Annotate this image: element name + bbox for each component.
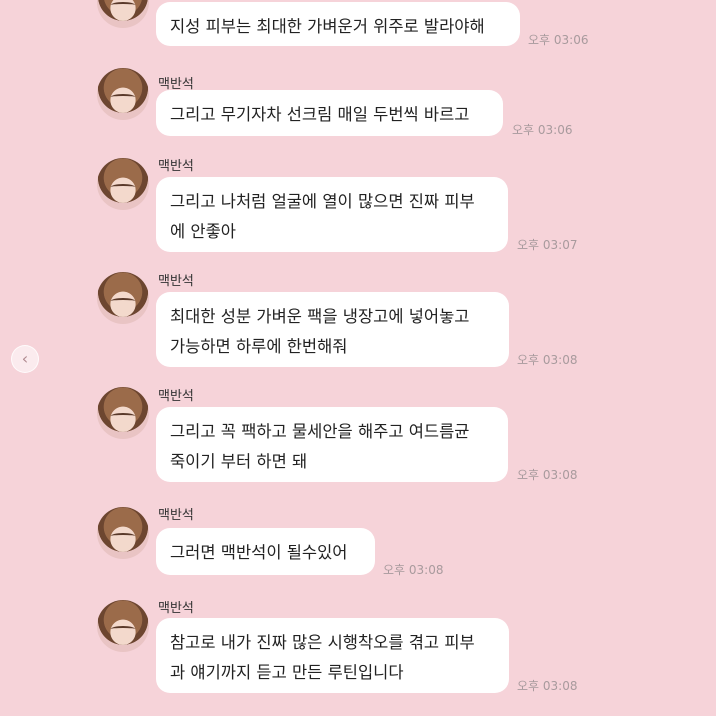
avatar[interactable] <box>97 158 149 210</box>
sender-name: 맥반석 <box>158 389 194 404</box>
avatar[interactable] <box>97 272 149 324</box>
message-time: 오후 03:08 <box>517 468 578 482</box>
message-time: 오후 03:08 <box>383 563 444 577</box>
message-bubble: 그러면 맥반석이 될수있어 <box>156 528 375 575</box>
previous-image-button[interactable]: ‹ <box>11 345 39 373</box>
message-time: 오후 03:06 <box>512 123 573 137</box>
avatar[interactable] <box>97 600 149 652</box>
message-time: 오후 03:07 <box>517 238 578 252</box>
message-time: 오후 03:06 <box>528 33 589 47</box>
sender-name: 맥반석 <box>158 601 194 616</box>
message-bubble: 최대한 성분 가벼운 팩을 냉장고에 넣어놓고 가능하면 하루에 한번해줘 <box>156 292 509 367</box>
message-time: 오후 03:08 <box>517 679 578 693</box>
message-bubble: 참고로 내가 진짜 많은 시행착오를 겪고 피부 과 얘기까지 듣고 만든 루틴… <box>156 618 509 693</box>
message-bubble: 지성 피부는 최대한 가벼운거 위주로 발라야해 <box>156 2 520 46</box>
sender-name: 맥반석 <box>158 159 194 174</box>
message-bubble: 그리고 꼭 팩하고 물세안을 해주고 여드름균 죽이기 부터 하면 돼 <box>156 407 508 482</box>
avatar[interactable] <box>97 507 149 559</box>
avatar[interactable] <box>97 0 149 28</box>
avatar[interactable] <box>97 68 149 120</box>
chevron-left-icon: ‹ <box>21 349 29 368</box>
sender-name: 맥반석 <box>158 274 194 289</box>
message-bubble: 그리고 무기자차 선크림 매일 두번씩 바르고 <box>156 90 503 136</box>
message-time: 오후 03:08 <box>517 353 578 367</box>
avatar[interactable] <box>97 387 149 439</box>
sender-name: 맥반석 <box>158 508 194 523</box>
message-bubble: 그리고 나처럼 얼굴에 열이 많으면 진짜 피부 에 안좋아 <box>156 177 508 252</box>
